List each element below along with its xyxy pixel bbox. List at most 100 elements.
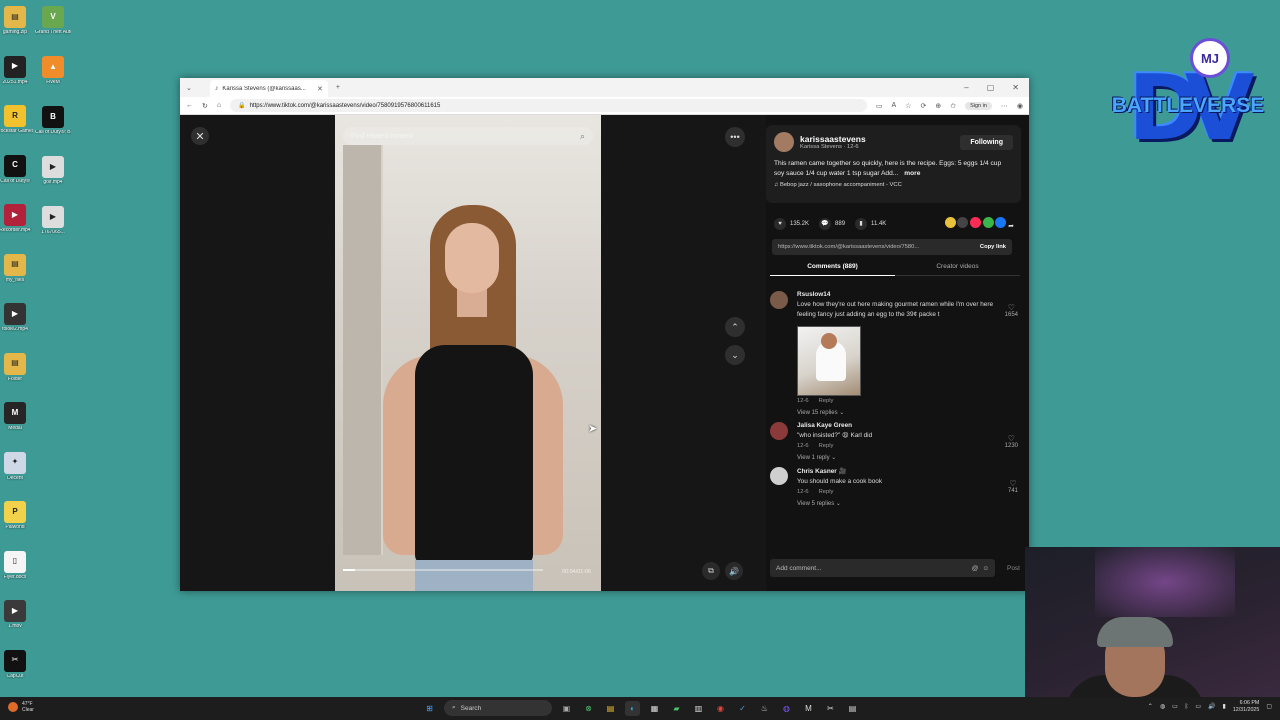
desktop-icon[interactable]: ▤ gaming.zip [0,6,33,36]
bookmark-icon[interactable]: ▮ [855,217,868,230]
close-video-button[interactable]: ✕ [191,127,209,145]
send-icon[interactable] [970,217,982,228]
copy-link-button[interactable]: Copy link [980,244,1006,250]
volume-button[interactable]: 🔊 [725,562,743,580]
close-window-button[interactable]: ✕ [1012,83,1019,92]
next-video-button[interactable]: ⌄ [725,345,745,365]
tab-close-icon[interactable]: ✕ [317,85,323,93]
edge-icon[interactable]: ◐ [625,700,640,716]
app-icon-2[interactable]: ▰ [669,701,684,716]
desktop-icon[interactable]: R Rockstar Games... [0,105,33,135]
author-username[interactable]: karissaastevens [800,134,866,144]
refresh-icon[interactable]: ↻ [202,102,208,110]
copilot-icon[interactable]: ◉ [1017,102,1023,110]
desktop-icon[interactable]: B Call of Duty®: Bla... [35,106,71,136]
read-aloud-icon[interactable]: A [891,102,896,109]
comment-input[interactable]: Add comment... @ ☺ [770,559,995,577]
favorites-icon[interactable]: ✩ [950,102,956,110]
repost-icon[interactable] [944,217,956,228]
desktop-icon[interactable]: M Medal [0,402,33,432]
previous-video-button[interactable]: ⌃ [725,317,745,337]
clock[interactable]: 6:06 PM 12/31/2025 [1233,700,1260,714]
desktop-icon[interactable]: ▶ foloie2.mp4 [0,303,33,333]
app-icon-4[interactable]: ✓ [735,701,750,716]
music-row[interactable]: ♫ Bebop jazz / saxophone accompaniment -… [774,182,1013,188]
tab-comments[interactable]: Comments (889) [770,263,895,276]
desktop-icon[interactable]: ▤ my_files [0,253,33,284]
view-replies-button[interactable]: View 5 replies ⌄ [797,500,1020,507]
comment-avatar[interactable] [770,291,788,309]
minimize-button[interactable]: – [964,83,968,92]
desktop-icon[interactable]: ▤ Folder [0,352,33,383]
author-avatar[interactable] [774,132,794,152]
comment-like[interactable]: ♡ 741 [1008,479,1018,494]
app-icon-1[interactable]: ▦ [647,701,662,716]
following-button[interactable]: Following [960,134,1013,150]
more-options-button[interactable]: ••• [725,127,745,147]
menu-dots-icon[interactable]: ⋯ [1001,102,1008,110]
split-screen-icon[interactable]: ⊕ [935,102,941,110]
emoji-icon[interactable]: ☺ [982,565,989,572]
sign-in-button[interactable]: Sign in [965,101,992,110]
xbox-icon[interactable]: ⊗ [581,701,596,716]
tray-chevron-icon[interactable]: ⌃ [1148,703,1153,710]
comment-reply-button[interactable]: Reply [819,443,834,449]
network-icon[interactable]: ▭ [1195,703,1201,710]
comment-username[interactable]: Rsuslow14 [797,291,1020,298]
capcut-icon[interactable]: ✂ [823,701,838,716]
favorite-star-icon[interactable]: ☆ [905,102,911,110]
comment-username[interactable]: Jalisa Kaye Green [797,422,1020,429]
video-progress-bar[interactable] [343,569,543,571]
comment-image[interactable] [797,325,861,396]
medal-icon[interactable]: M [801,701,816,716]
comment-avatar[interactable] [770,421,788,440]
new-tab-button[interactable]: + [336,84,340,91]
desktop-icon[interactable]: ▶ Recorder.mp4 [0,204,33,234]
volume-icon[interactable]: 🔊 [1208,703,1215,710]
taskbar-search[interactable]: ⌕ Search [444,700,552,716]
steam-icon[interactable]: ♨ [757,701,772,716]
like-icon[interactable]: ♥ [774,217,786,230]
post-comment-button[interactable]: Post [1001,565,1026,572]
app-icon-5[interactable]: ▤ [845,701,860,716]
desktop-icon[interactable]: ▯ Flyer.docx [0,550,33,581]
desktop-icon[interactable]: ▲ FiveM [35,56,71,86]
comment-reply-button[interactable]: Reply [819,489,834,495]
desktop-icon[interactable]: C Call of Duty® [0,154,33,185]
desktop-icon[interactable]: V Grand Theft Auto V L... [35,6,71,36]
url-field[interactable]: 🔒 https://www.tiktok.com/@karissaasteven… [230,99,867,112]
view-replies-button[interactable]: View 1 reply ⌄ [797,454,1020,461]
caption-more-link[interactable]: more [904,170,920,177]
desktop-icon[interactable]: ▶ 1767065... [35,206,71,236]
view-replies-button[interactable]: View 15 replies ⌄ [797,409,1020,416]
desktop-icon[interactable]: ▶ 1.mov [0,600,33,630]
comment-icon[interactable]: 💬 [819,217,832,230]
comment-reply-button[interactable]: Reply [819,398,834,404]
comment-like[interactable]: ♡ 1230 [1005,434,1018,449]
whatsapp-icon[interactable] [982,217,994,228]
desktop-icon[interactable]: ▶ golf.mp4 [35,156,71,186]
task-view-icon[interactable]: ▣ [559,701,574,716]
desktop-icon[interactable]: ✦ Decent [0,451,33,482]
desktop-icon[interactable]: P Palworld [0,501,33,531]
mention-icon[interactable]: @ [972,565,979,572]
embed-icon[interactable] [957,217,969,228]
desktop-icon[interactable]: ▶ 20251.mp4 [0,55,33,86]
facebook-icon[interactable] [995,217,1007,228]
comment-avatar[interactable] [770,466,788,485]
pip-button[interactable]: ⧉ [702,562,720,580]
app-icon-3[interactable]: ▥ [691,701,706,716]
share-arrow-icon[interactable]: ➦ [1008,223,1014,230]
tab-actions-icon[interactable]: ⌄ [186,84,192,92]
back-icon[interactable]: ← [186,102,193,109]
extensions-icon[interactable]: ⟳ [920,102,926,110]
search-icon[interactable]: ⌕ [580,131,585,142]
file-explorer-icon[interactable]: ▤ [603,701,618,716]
browser-tab[interactable]: ♪ Karissa Stevens (@karissaas... ✕ [209,80,328,97]
reader-icon[interactable]: ▭ [876,102,883,110]
home-icon[interactable]: ⌂ [217,102,221,109]
start-icon[interactable]: ⊞ [422,701,437,716]
video-player[interactable]: Find related content ⌕ 00:04/01:06 [335,115,601,591]
notifications-icon[interactable]: ▢ [1266,703,1272,710]
comment-like[interactable]: ♡ 1654 [1005,303,1018,318]
